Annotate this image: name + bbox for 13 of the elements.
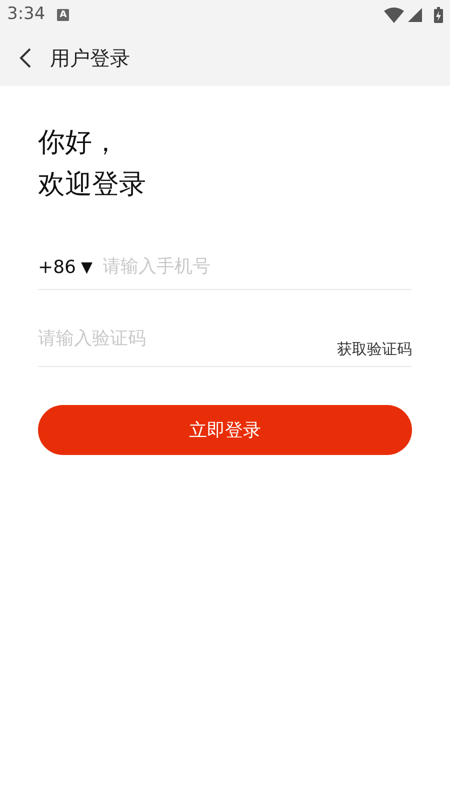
- page-title: 用户登录: [50, 45, 130, 72]
- dropdown-icon[interactable]: ▼: [81, 256, 93, 279]
- back-icon[interactable]: [18, 47, 32, 69]
- status-time: 3:34: [7, 3, 46, 26]
- signal-icon: [408, 8, 422, 22]
- get-code-button[interactable]: 获取验证码: [337, 338, 412, 360]
- wifi-icon: [384, 7, 404, 23]
- notification-icon: A: [57, 9, 70, 21]
- country-code[interactable]: +86: [38, 254, 76, 281]
- greeting-text: 欢迎登录: [38, 168, 147, 202]
- login-button[interactable]: 立即登录: [38, 405, 412, 455]
- greeting-text: 你好，: [38, 126, 120, 160]
- battery-icon: [434, 7, 443, 23]
